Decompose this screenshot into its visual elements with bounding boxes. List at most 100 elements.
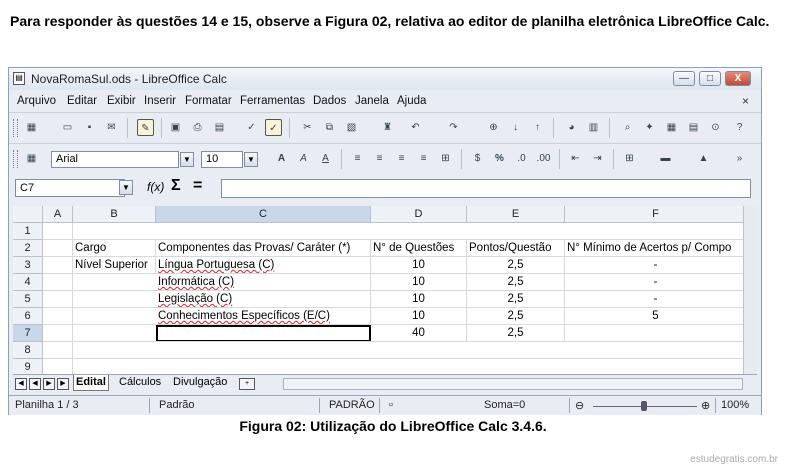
cell-f3[interactable]: - xyxy=(565,257,747,274)
print-icon[interactable]: ⎙ xyxy=(189,119,206,136)
data-sources-icon[interactable]: ▤ xyxy=(685,119,702,136)
toolbar-grip-icon[interactable] xyxy=(13,119,18,137)
gallery-icon[interactable]: ▦ xyxy=(663,119,680,136)
clone-formatting-icon[interactable]: ♜ xyxy=(379,119,396,136)
menu-dados[interactable]: Dados xyxy=(313,95,346,107)
export-pdf-icon[interactable]: ▣ xyxy=(167,119,184,136)
cell-e4[interactable]: 2,5 xyxy=(467,274,565,291)
cell-f2[interactable]: N° Mínimo de Acertos p/ Compo xyxy=(565,240,747,257)
font-color-icon[interactable]: ▲ xyxy=(695,150,712,167)
vertical-scrollbar[interactable] xyxy=(743,206,757,374)
cell-e6[interactable]: 2,5 xyxy=(467,308,565,325)
cell-d4[interactable]: 10 xyxy=(371,274,467,291)
zoom-level[interactable]: 100% xyxy=(721,399,749,411)
email-icon[interactable]: ✉ xyxy=(103,119,120,136)
cell-d2[interactable]: N° de Questões xyxy=(371,240,467,257)
horizontal-scrollbar[interactable] xyxy=(283,378,743,390)
menu-formatar[interactable]: Formatar xyxy=(185,95,232,107)
col-header-d[interactable]: D xyxy=(371,206,467,223)
help-icon[interactable]: ? xyxy=(731,119,748,136)
col-header-c[interactable]: C xyxy=(156,206,371,223)
justify-icon[interactable]: ≡ xyxy=(415,150,432,167)
name-box-dropdown-icon[interactable]: ▼ xyxy=(119,180,133,195)
cell-d5[interactable]: 10 xyxy=(371,291,467,308)
cell-c3[interactable]: Língua Portuguesa (C) xyxy=(156,257,371,274)
cell-b3[interactable]: Nível Superior xyxy=(73,257,156,274)
sum-icon[interactable]: Σ xyxy=(171,177,181,195)
menu-ajuda[interactable]: Ajuda xyxy=(397,95,426,107)
edit-file-icon[interactable]: ✎ xyxy=(137,119,154,136)
cut-icon[interactable]: ✂ xyxy=(299,119,316,136)
cell-c6[interactable]: Conhecimentos Específicos (E/C) xyxy=(156,308,371,325)
align-right-icon[interactable]: ≡ xyxy=(393,150,410,167)
add-decimal-icon[interactable]: .0 xyxy=(513,150,530,167)
italic-icon[interactable]: A xyxy=(295,150,312,167)
tab-divulgacao[interactable]: Divulgação xyxy=(171,375,229,391)
cell-b2[interactable]: Cargo xyxy=(73,240,156,257)
menu-inserir[interactable]: Inserir xyxy=(144,95,176,107)
next-sheet-icon[interactable]: ▶ xyxy=(43,378,55,390)
new-document-icon[interactable]: ▦ xyxy=(23,119,40,136)
cell-d7[interactable]: 40 xyxy=(371,325,467,342)
page-style[interactable]: Padrão xyxy=(159,399,194,411)
row-header[interactable]: 8 xyxy=(13,342,43,359)
prev-sheet-icon[interactable]: ◀ xyxy=(29,378,41,390)
print-preview-icon[interactable]: ▤ xyxy=(211,119,228,136)
menu-janela[interactable]: Janela xyxy=(355,95,389,107)
row-header[interactable]: 5 xyxy=(13,291,43,308)
tab-calculos[interactable]: Cálculos xyxy=(117,375,163,391)
autospellcheck-icon[interactable]: ✓ xyxy=(265,119,282,136)
col-header-a[interactable]: A xyxy=(43,206,73,223)
increase-indent-icon[interactable]: ⇥ xyxy=(589,150,606,167)
row-header[interactable]: 9 xyxy=(13,359,43,374)
font-name-field[interactable]: Arial xyxy=(51,151,179,168)
zoom-out-icon[interactable]: ⊖ xyxy=(575,399,584,412)
close-button[interactable]: X xyxy=(725,71,751,86)
chart-icon[interactable]: ◕ xyxy=(563,119,580,136)
paste-icon[interactable]: ▧ xyxy=(343,119,360,136)
name-box[interactable]: C7 xyxy=(15,179,125,197)
underline-icon[interactable]: A xyxy=(317,150,334,167)
close-document-icon[interactable]: × xyxy=(742,94,749,108)
select-all-corner[interactable] xyxy=(13,206,43,223)
redo-icon[interactable]: ↷ xyxy=(445,119,462,136)
last-sheet-icon[interactable]: ▶ xyxy=(57,378,69,390)
cell-f4[interactable]: - xyxy=(565,274,747,291)
zoom-in-icon[interactable]: ⊕ xyxy=(701,399,710,412)
font-size-dropdown-icon[interactable]: ▼ xyxy=(244,152,258,167)
merge-cells-icon[interactable]: ⊞ xyxy=(437,150,454,167)
toolbar-grip-icon[interactable] xyxy=(13,150,18,168)
first-sheet-icon[interactable]: ◀ xyxy=(15,378,27,390)
row-header[interactable]: 4 xyxy=(13,274,43,291)
maximize-button[interactable]: □ xyxy=(699,71,721,86)
align-left-icon[interactable]: ≡ xyxy=(349,150,366,167)
decrease-indent-icon[interactable]: ⇤ xyxy=(567,150,584,167)
find-replace-icon[interactable]: ⌕ xyxy=(619,119,636,136)
undo-icon[interactable]: ↶ xyxy=(407,119,424,136)
tab-edital[interactable]: Edital xyxy=(73,375,109,391)
row-header[interactable]: 2 xyxy=(13,240,43,257)
percent-icon[interactable]: % xyxy=(491,150,508,167)
row-header[interactable]: 6 xyxy=(13,308,43,325)
cell-e5[interactable]: 2,5 xyxy=(467,291,565,308)
menu-arquivo[interactable]: Arquivo xyxy=(17,95,56,107)
cell-c7-selected[interactable] xyxy=(156,325,371,342)
open-icon[interactable]: ▭ xyxy=(59,119,76,136)
formula-input[interactable] xyxy=(221,179,751,198)
cell-f6[interactable]: 5 xyxy=(565,308,747,325)
copy-icon[interactable]: ⧉ xyxy=(321,119,338,136)
cell-e7[interactable]: 2,5 xyxy=(467,325,565,342)
borders-icon[interactable]: ⊞ xyxy=(621,150,638,167)
save-icon[interactable]: ▪ xyxy=(81,119,98,136)
insert-mode[interactable]: PADRÃO xyxy=(329,399,375,411)
cell-c5[interactable]: Legislação (C) xyxy=(156,291,371,308)
row-header[interactable]: 3 xyxy=(13,257,43,274)
row-header[interactable]: 7 xyxy=(13,325,43,342)
cell-c4[interactable]: Informática (C) xyxy=(156,274,371,291)
sort-ascending-icon[interactable]: ↓ xyxy=(507,119,524,136)
col-header-b[interactable]: B xyxy=(73,206,156,223)
styles-icon[interactable]: ▦ xyxy=(23,150,40,167)
pivot-table-icon[interactable]: ▥ xyxy=(585,119,602,136)
bold-icon[interactable]: A xyxy=(273,150,290,167)
cell-d3[interactable]: 10 xyxy=(371,257,467,274)
